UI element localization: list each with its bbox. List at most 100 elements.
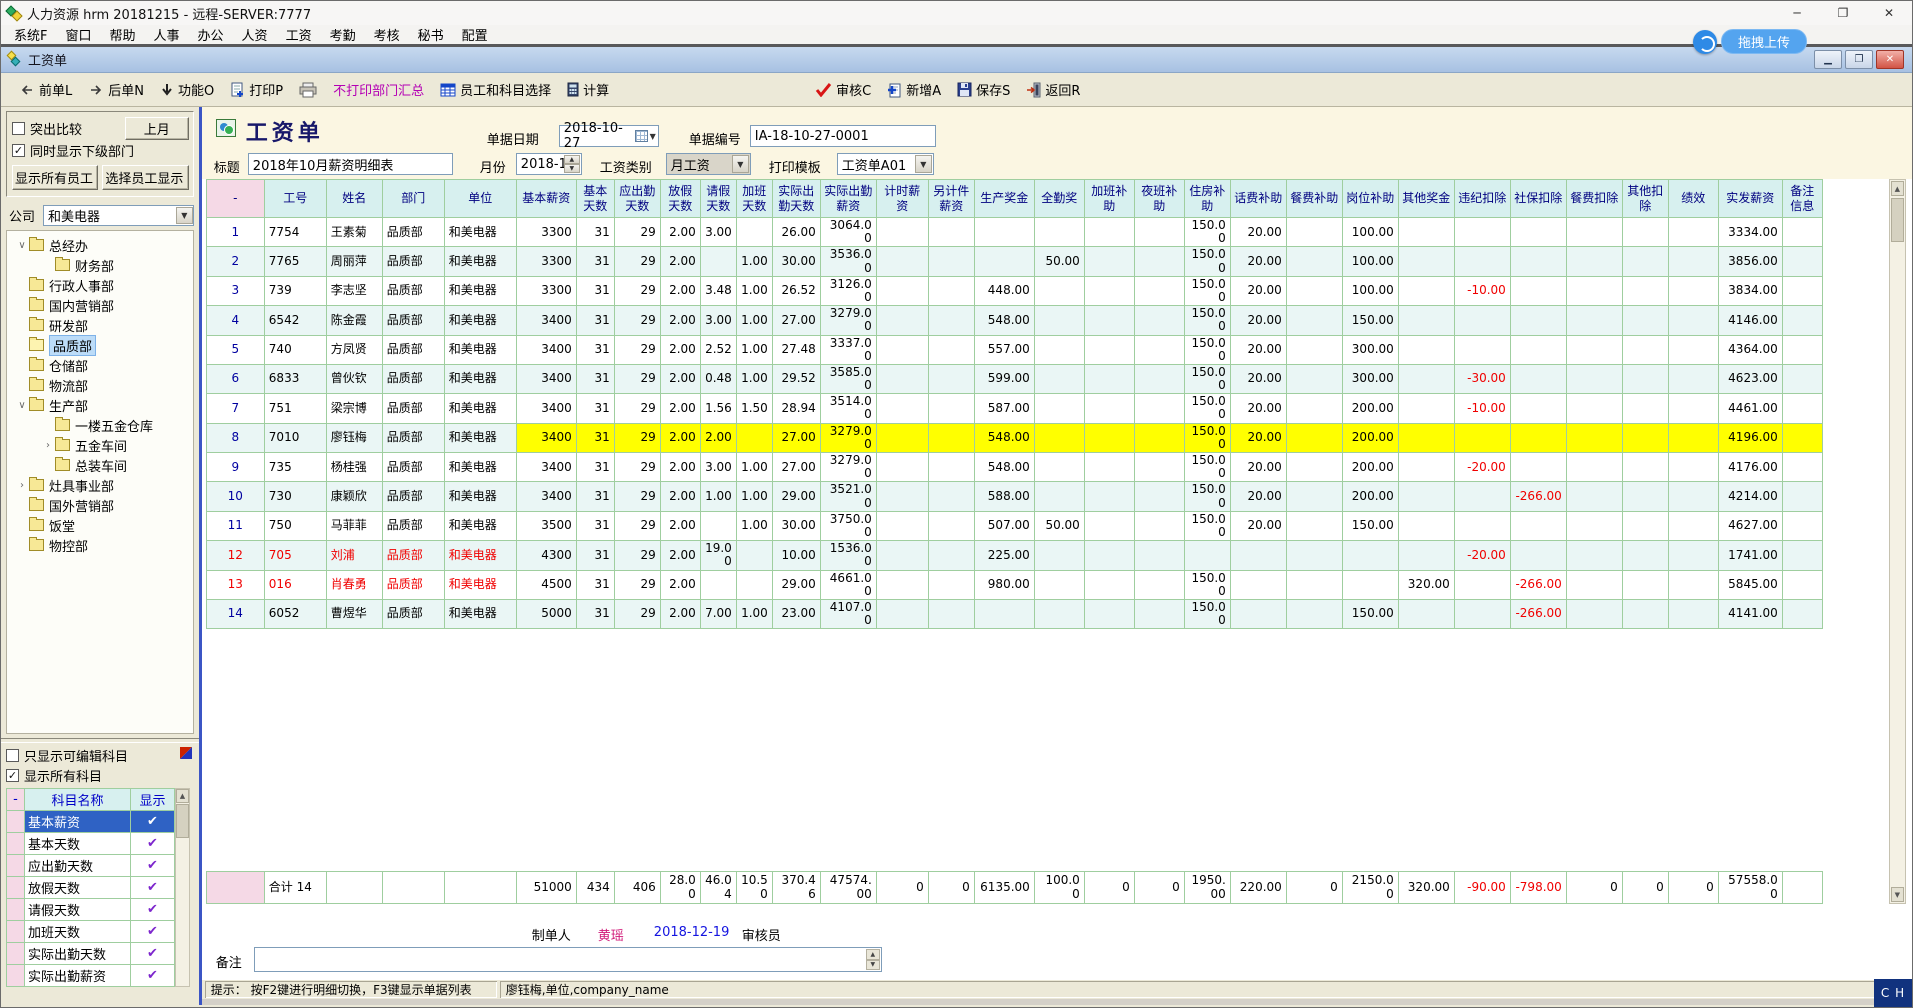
cell[interactable]: 19.00 (700, 541, 736, 570)
cell[interactable]: -10.00 (1454, 394, 1510, 423)
cell[interactable]: 200.00 (1342, 453, 1398, 482)
cell[interactable] (1782, 276, 1822, 305)
cell[interactable]: 6 (206, 364, 264, 393)
cell[interactable]: 3521.00 (820, 482, 876, 511)
cell[interactable] (1510, 511, 1566, 540)
cell[interactable] (1454, 335, 1510, 364)
subject-show-check-icon[interactable]: ✔ (131, 943, 175, 965)
prev-month-button[interactable]: 上月 (125, 117, 189, 140)
cell[interactable] (1286, 218, 1342, 247)
cell[interactable]: 3300 (516, 247, 576, 276)
cell[interactable]: 和美电器 (444, 218, 516, 247)
cell[interactable]: -10.00 (1454, 276, 1510, 305)
cell[interactable]: 2.00 (660, 364, 700, 393)
cell[interactable]: 23.00 (772, 599, 820, 628)
cell[interactable]: 20.00 (1230, 335, 1286, 364)
cell[interactable] (1668, 306, 1718, 335)
cell[interactable] (1084, 453, 1134, 482)
mdi-restore-button[interactable]: ❐ (1845, 50, 1873, 69)
cell[interactable]: 740 (264, 335, 326, 364)
cell[interactable]: 587.00 (974, 394, 1034, 423)
cell[interactable]: 14 (206, 599, 264, 628)
cell[interactable]: 品质部 (382, 335, 444, 364)
cell[interactable]: 1.00 (736, 453, 772, 482)
cell[interactable] (1286, 247, 1342, 276)
cell[interactable]: 品质部 (382, 364, 444, 393)
cell[interactable]: 3279.00 (820, 453, 876, 482)
cell[interactable]: 3514.00 (820, 394, 876, 423)
print-button[interactable]: 打印P (222, 76, 291, 103)
cell[interactable] (736, 570, 772, 599)
subject-show-check-icon[interactable]: ✔ (131, 877, 175, 899)
cell[interactable] (1286, 276, 1342, 305)
cell[interactable]: 王素菊 (326, 218, 382, 247)
subject-row-加班天数[interactable]: 加班天数✔ (7, 921, 175, 943)
cell[interactable]: 1.56 (700, 394, 736, 423)
cell[interactable]: 2.52 (700, 335, 736, 364)
cell[interactable]: -30.00 (1454, 364, 1510, 393)
menu-window[interactable]: 窗口 (56, 23, 100, 46)
cell[interactable] (1034, 570, 1084, 599)
menu-personnel[interactable]: 人资 (233, 23, 277, 46)
cell[interactable] (928, 276, 974, 305)
subject-name-cell[interactable]: 基本薪资 (25, 811, 131, 833)
subject-show-check-icon[interactable]: ✔ (131, 899, 175, 921)
cell[interactable] (928, 541, 974, 570)
cell[interactable] (1134, 218, 1184, 247)
cell[interactable]: 31 (576, 423, 614, 452)
cell[interactable] (1084, 482, 1134, 511)
cell[interactable] (1510, 394, 1566, 423)
cell[interactable]: 4661.00 (820, 570, 876, 599)
cell[interactable] (1782, 541, 1822, 570)
cell[interactable]: 品质部 (382, 453, 444, 482)
cell[interactable]: 和美电器 (444, 453, 516, 482)
cell[interactable]: 2.00 (660, 247, 700, 276)
cell[interactable] (1510, 306, 1566, 335)
cell[interactable]: 4107.00 (820, 599, 876, 628)
cell[interactable] (1510, 276, 1566, 305)
cell[interactable]: 3064.00 (820, 218, 876, 247)
salary-type-select[interactable]: 月工资 ▼ (666, 153, 751, 175)
cell[interactable]: 3500 (516, 511, 576, 540)
cell[interactable]: 100.00 (1342, 247, 1398, 276)
cell[interactable]: 2.00 (660, 335, 700, 364)
cell[interactable]: 50.00 (1034, 247, 1084, 276)
menu-salary[interactable]: 工资 (277, 23, 321, 46)
cell[interactable] (928, 511, 974, 540)
subject-row-请假天数[interactable]: 请假天数✔ (7, 899, 175, 921)
cell[interactable]: 3400 (516, 306, 576, 335)
cell[interactable]: 3585.00 (820, 364, 876, 393)
cell[interactable]: 1536.00 (820, 541, 876, 570)
cell[interactable]: 品质部 (382, 599, 444, 628)
cell[interactable] (1782, 599, 1822, 628)
table-row-12[interactable]: 12705刘浦品质部和美电器430031292.0019.0010.001536… (206, 541, 1822, 570)
cell[interactable]: 和美电器 (444, 423, 516, 452)
cell[interactable] (700, 247, 736, 276)
tree-item-仓储部[interactable]: 仓储部 (7, 355, 193, 375)
cell[interactable]: 品质部 (382, 218, 444, 247)
cell[interactable]: 1.00 (736, 306, 772, 335)
chevron-down-icon[interactable]: ▼ (915, 155, 932, 173)
tree-item-总装车间[interactable]: 总装车间 (7, 455, 193, 475)
cell[interactable]: 320.00 (1398, 570, 1454, 599)
no-dept-summary-toggle[interactable]: 不打印部门汇总 (325, 76, 432, 103)
cell[interactable]: 31 (576, 511, 614, 540)
cell[interactable]: 588.00 (974, 482, 1034, 511)
remark-input[interactable]: ▲▼ (254, 947, 882, 972)
subject-row-放假天数[interactable]: 放假天数✔ (7, 877, 175, 899)
cell[interactable]: 31 (576, 453, 614, 482)
subject-row-基本天数[interactable]: 基本天数✔ (7, 833, 175, 855)
menu-system[interactable]: 系统F (5, 23, 56, 46)
cell[interactable]: -20.00 (1454, 453, 1510, 482)
cell[interactable] (1668, 541, 1718, 570)
cell[interactable] (1782, 218, 1822, 247)
cell[interactable] (1034, 599, 1084, 628)
cell[interactable]: 和美电器 (444, 394, 516, 423)
cell[interactable]: 3400 (516, 423, 576, 452)
cell[interactable] (876, 541, 928, 570)
cell[interactable]: 730 (264, 482, 326, 511)
cell[interactable] (700, 570, 736, 599)
cell[interactable]: 5000 (516, 599, 576, 628)
subject-show-check-icon[interactable]: ✔ (131, 855, 175, 877)
cell[interactable]: 31 (576, 364, 614, 393)
